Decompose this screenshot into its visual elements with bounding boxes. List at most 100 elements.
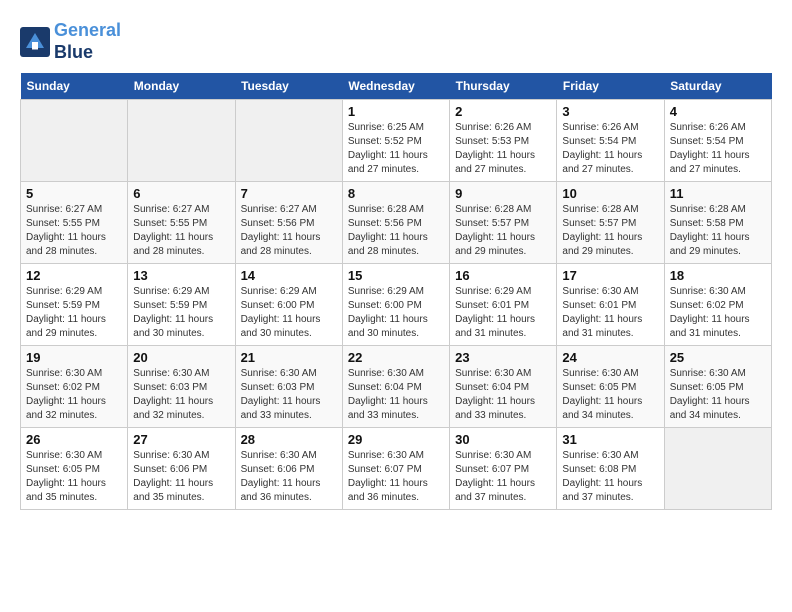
daylight-text: Daylight: 11 hours and 27 minutes. — [670, 149, 766, 177]
sunrise-text: Sunrise: 6:30 AM — [348, 367, 444, 381]
sunrise-text: Sunrise: 6:30 AM — [133, 449, 229, 463]
sunset-text: Sunset: 5:54 PM — [670, 135, 766, 149]
daylight-text: Daylight: 11 hours and 29 minutes. — [562, 231, 658, 259]
day-number: 17 — [562, 268, 658, 283]
sunrise-text: Sunrise: 6:28 AM — [455, 203, 551, 217]
day-info: Sunrise: 6:27 AMSunset: 5:55 PMDaylight:… — [26, 203, 122, 259]
sunrise-text: Sunrise: 6:29 AM — [241, 285, 337, 299]
day-number: 15 — [348, 268, 444, 283]
calendar-cell-w1-d6: 3Sunrise: 6:26 AMSunset: 5:54 PMDaylight… — [557, 100, 664, 182]
sunset-text: Sunset: 6:00 PM — [348, 299, 444, 313]
sunset-text: Sunset: 6:07 PM — [348, 463, 444, 477]
day-info: Sunrise: 6:30 AMSunset: 6:03 PMDaylight:… — [133, 367, 229, 423]
calendar-cell-w4-d6: 24Sunrise: 6:30 AMSunset: 6:05 PMDayligh… — [557, 346, 664, 428]
daylight-text: Daylight: 11 hours and 37 minutes. — [562, 477, 658, 505]
daylight-text: Daylight: 11 hours and 30 minutes. — [133, 313, 229, 341]
calendar-cell-w3-d2: 13Sunrise: 6:29 AMSunset: 5:59 PMDayligh… — [128, 264, 235, 346]
calendar-cell-w2-d5: 9Sunrise: 6:28 AMSunset: 5:57 PMDaylight… — [450, 182, 557, 264]
calendar-cell-w2-d7: 11Sunrise: 6:28 AMSunset: 5:58 PMDayligh… — [664, 182, 771, 264]
day-number: 25 — [670, 350, 766, 365]
day-info: Sunrise: 6:30 AMSunset: 6:02 PMDaylight:… — [26, 367, 122, 423]
daylight-text: Daylight: 11 hours and 34 minutes. — [562, 395, 658, 423]
calendar-cell-w4-d2: 20Sunrise: 6:30 AMSunset: 6:03 PMDayligh… — [128, 346, 235, 428]
day-info: Sunrise: 6:29 AMSunset: 5:59 PMDaylight:… — [26, 285, 122, 341]
calendar-cell-w5-d7 — [664, 428, 771, 510]
daylight-text: Daylight: 11 hours and 32 minutes. — [133, 395, 229, 423]
calendar-cell-w4-d7: 25 Sunrise: 6:30 AMSunset: 6:05 PMDayligh… — [664, 346, 771, 428]
sunrise-text: Sunrise: 6:29 AM — [26, 285, 122, 299]
sunset-text: Sunset: 5:57 PM — [455, 217, 551, 231]
sunrise-text: Sunrise: 6:30 AM — [241, 449, 337, 463]
sunset-text: Sunset: 5:56 PM — [348, 217, 444, 231]
sunrise-text: Sunrise: 6:28 AM — [670, 203, 766, 217]
day-info: Sunrise: 6:30 AMSunset: 6:02 PMDaylight:… — [670, 285, 766, 341]
calendar-cell-w4-d3: 21Sunrise: 6:30 AMSunset: 6:03 PMDayligh… — [235, 346, 342, 428]
calendar-cell-w5-d6: 31Sunrise: 6:30 AMSunset: 6:08 PMDayligh… — [557, 428, 664, 510]
daylight-text: Daylight: 11 hours and 33 minutes. — [348, 395, 444, 423]
day-number: 31 — [562, 432, 658, 447]
daylight-text: Daylight: 11 hours and 27 minutes. — [348, 149, 444, 177]
calendar-cell-w1-d1 — [21, 100, 128, 182]
calendar-cell-w4-d4: 22Sunrise: 6:30 AMSunset: 6:04 PMDayligh… — [342, 346, 449, 428]
daylight-text: Daylight: 11 hours and 37 minutes. — [455, 477, 551, 505]
sunrise-text: Sunrise: 6:30 AM — [26, 449, 122, 463]
calendar-cell-w5-d4: 29Sunrise: 6:30 AMSunset: 6:07 PMDayligh… — [342, 428, 449, 510]
calendar-table: SundayMondayTuesdayWednesdayThursdayFrid… — [20, 73, 772, 510]
day-number: 26 — [26, 432, 122, 447]
daylight-text: Daylight: 11 hours and 28 minutes. — [348, 231, 444, 259]
sunset-text: Sunset: 6:01 PM — [455, 299, 551, 313]
sunrise-text: Sunrise: 6:30 AM — [670, 367, 766, 381]
day-info: Sunrise: 6:30 AMSunset: 6:07 PMDaylight:… — [455, 449, 551, 505]
sunrise-text: Sunrise: 6:30 AM — [133, 367, 229, 381]
sunrise-text: Sunrise: 6:30 AM — [455, 367, 551, 381]
calendar-cell-w1-d4: 1Sunrise: 6:25 AMSunset: 5:52 PMDaylight… — [342, 100, 449, 182]
daylight-text: Daylight: 11 hours and 33 minutes. — [241, 395, 337, 423]
calendar-cell-w2-d3: 7Sunrise: 6:27 AMSunset: 5:56 PMDaylight… — [235, 182, 342, 264]
day-number: 19 — [26, 350, 122, 365]
day-info: Sunrise: 6:30 AMSunset: 6:04 PMDaylight:… — [348, 367, 444, 423]
logo-text: General Blue — [54, 20, 121, 63]
logo-icon — [20, 27, 50, 57]
day-info: Sunrise: 6:26 AMSunset: 5:54 PMDaylight:… — [670, 121, 766, 177]
sunset-text: Sunset: 6:00 PM — [241, 299, 337, 313]
sunrise-text: Sunrise: 6:29 AM — [348, 285, 444, 299]
calendar-cell-w3-d6: 17Sunrise: 6:30 AMSunset: 6:01 PMDayligh… — [557, 264, 664, 346]
daylight-text: Daylight: 11 hours and 31 minutes. — [562, 313, 658, 341]
daylight-text: Daylight: 11 hours and 30 minutes. — [241, 313, 337, 341]
day-info: Sunrise: 6:29 AMSunset: 6:01 PMDaylight:… — [455, 285, 551, 341]
calendar-week-3: 12Sunrise: 6:29 AMSunset: 5:59 PMDayligh… — [21, 264, 772, 346]
sunrise-text: Sunrise: 6:30 AM — [26, 367, 122, 381]
day-number: 10 — [562, 186, 658, 201]
calendar-cell-w3-d1: 12Sunrise: 6:29 AMSunset: 5:59 PMDayligh… — [21, 264, 128, 346]
daylight-text: Daylight: 11 hours and 34 minutes. — [670, 395, 766, 423]
sunset-text: Sunset: 5:53 PM — [455, 135, 551, 149]
day-info: Sunrise: 6:29 AMSunset: 6:00 PMDaylight:… — [241, 285, 337, 341]
sunrise-text: Sunrise: 6:30 AM — [562, 285, 658, 299]
sunset-text: Sunset: 6:04 PM — [348, 381, 444, 395]
logo: General Blue — [20, 20, 121, 63]
weekday-header-tuesday: Tuesday — [235, 73, 342, 100]
calendar-cell-w3-d4: 15Sunrise: 6:29 AMSunset: 6:00 PMDayligh… — [342, 264, 449, 346]
sunset-text: Sunset: 6:03 PM — [241, 381, 337, 395]
sunset-text: Sunset: 5:59 PM — [133, 299, 229, 313]
day-number: 21 — [241, 350, 337, 365]
day-number: 8 — [348, 186, 444, 201]
day-info: Sunrise: 6:27 AMSunset: 5:56 PMDaylight:… — [241, 203, 337, 259]
daylight-text: Daylight: 11 hours and 27 minutes. — [455, 149, 551, 177]
day-number: 13 — [133, 268, 229, 283]
day-info: Sunrise: 6:30 AMSunset: 6:05 PMDaylight:… — [670, 367, 766, 423]
daylight-text: Daylight: 11 hours and 28 minutes. — [241, 231, 337, 259]
sunset-text: Sunset: 6:06 PM — [133, 463, 229, 477]
day-info: Sunrise: 6:26 AMSunset: 5:54 PMDaylight:… — [562, 121, 658, 177]
sunset-text: Sunset: 5:57 PM — [562, 217, 658, 231]
weekday-header-friday: Friday — [557, 73, 664, 100]
sunset-text: Sunset: 5:52 PM — [348, 135, 444, 149]
sunset-text: Sunset: 6:02 PM — [670, 299, 766, 313]
calendar-cell-w2-d2: 6Sunrise: 6:27 AMSunset: 5:55 PMDaylight… — [128, 182, 235, 264]
calendar-week-4: 19 Sunrise: 6:30 AMSunset: 6:02 PMDayligh… — [21, 346, 772, 428]
sunrise-text: Sunrise: 6:27 AM — [133, 203, 229, 217]
day-number: 23 — [455, 350, 551, 365]
sunrise-text: Sunrise: 6:28 AM — [348, 203, 444, 217]
day-number: 4 — [670, 104, 766, 119]
calendar-cell-w4-d1: 19 Sunrise: 6:30 AMSunset: 6:02 PMDayligh… — [21, 346, 128, 428]
